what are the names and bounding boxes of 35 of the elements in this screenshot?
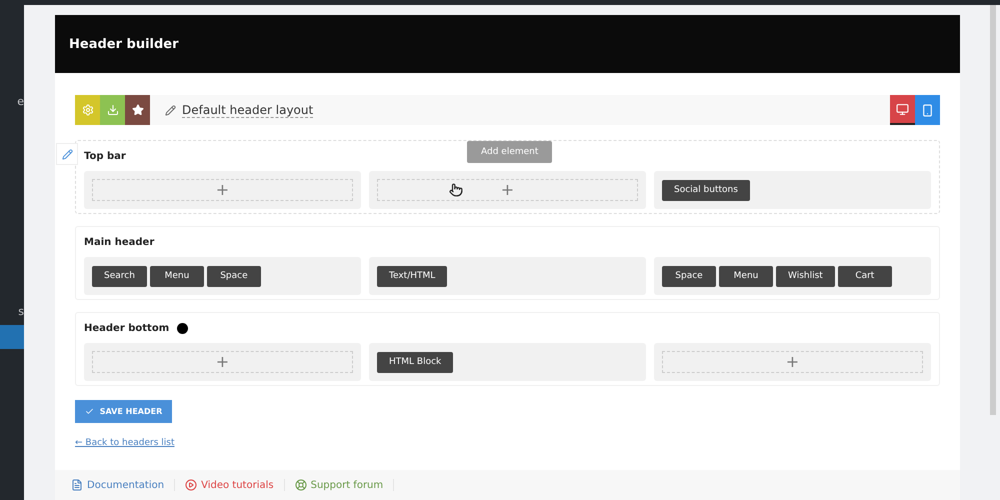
element-button[interactable]: Wishlist <box>776 266 835 286</box>
tooltip: Add element <box>467 141 552 163</box>
monitor-icon[interactable] <box>890 95 915 125</box>
panel-title: Header builder <box>55 15 960 73</box>
element-button[interactable]: Space <box>206 266 261 286</box>
element-button[interactable]: Menu <box>719 266 773 286</box>
add-element-button[interactable]: + <box>92 179 353 201</box>
row-title: Header bottom <box>84 322 170 334</box>
footer-link[interactable]: Documentation <box>71 479 176 491</box>
row-title: Main header <box>84 236 154 248</box>
element-button[interactable]: Menu <box>150 266 204 286</box>
scrollbar[interactable] <box>990 5 996 415</box>
element-button[interactable]: Search <box>92 266 147 286</box>
element-button[interactable]: HTML Block <box>377 352 454 372</box>
element-button[interactable]: Space <box>662 266 716 286</box>
add-element-button[interactable]: + <box>662 351 923 373</box>
check-icon <box>84 407 94 416</box>
status-dot <box>177 322 188 334</box>
add-element-button[interactable]: + <box>377 179 638 201</box>
sidebar-item[interactable]: e <box>0 91 24 111</box>
lifebuoy-icon <box>294 479 307 491</box>
document-icon <box>71 479 83 491</box>
pencil-icon[interactable] <box>165 104 176 116</box>
gear-icon[interactable] <box>75 95 100 125</box>
back-link[interactable]: ← Back to headers list <box>75 438 174 448</box>
layout-name[interactable]: Default header layout <box>182 102 314 118</box>
add-element-button[interactable]: + <box>92 351 353 373</box>
footer-link[interactable]: Video tutorials <box>185 479 285 491</box>
row-title: Top bar <box>84 150 126 162</box>
element-button[interactable]: Cart <box>838 266 892 286</box>
element-button[interactable]: Social buttons <box>662 180 750 200</box>
video-icon <box>185 479 198 491</box>
element-button[interactable]: Text/HTML <box>377 266 448 286</box>
hand-cursor-icon <box>449 183 463 197</box>
sidebar-item[interactable]: s <box>0 301 24 321</box>
